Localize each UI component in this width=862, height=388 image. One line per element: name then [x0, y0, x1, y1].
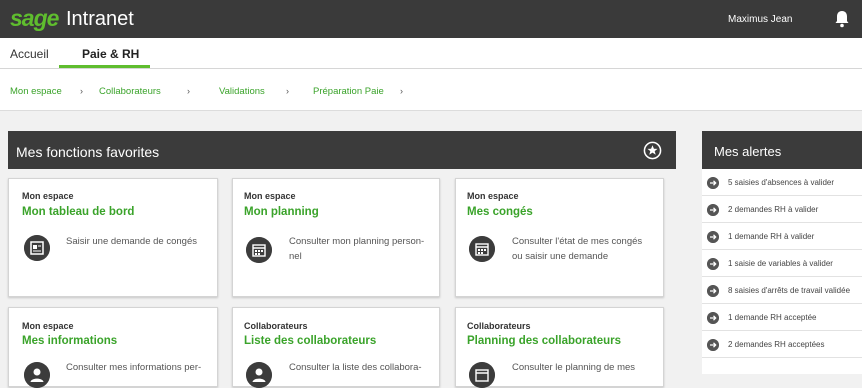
alert-text: 2 demandes RH à valider — [728, 205, 819, 214]
card-description: Consulter la liste des collabora- — [289, 362, 422, 373]
alert-text: 2 demandes RH acceptées — [728, 340, 825, 349]
chevron-right-icon: › — [400, 86, 403, 96]
card-description-line: nel — [289, 251, 302, 262]
sage-logo[interactable]: sage — [10, 5, 59, 32]
card-title[interactable]: Liste des collaborateurs — [244, 335, 376, 347]
user-name[interactable]: Maximus Jean — [728, 14, 792, 25]
bell-icon[interactable] — [834, 10, 850, 28]
favorites-title: Mes fonctions favorites — [16, 144, 160, 160]
card-title[interactable]: Mes informations — [22, 335, 117, 347]
active-tab-indicator — [59, 65, 150, 68]
card-description: Consulter mes informations per- — [66, 362, 202, 373]
alert-text: 8 saisies d'arrêts de travail validée — [728, 286, 851, 295]
card-title[interactable]: Planning des collaborateurs — [467, 335, 621, 347]
calendar-icon — [469, 362, 495, 388]
card-description: Consulter l'état de mes congés ou saisir… — [512, 234, 672, 264]
app-title: Intranet — [66, 8, 134, 30]
arrow-right-circle-icon — [707, 312, 719, 324]
alert-text: 1 demande RH acceptée — [728, 313, 817, 322]
card-description: Consulter mon planning person- nel — [289, 234, 449, 264]
arrow-right-circle-icon — [707, 204, 719, 216]
card-description-line: Consulter l'état de mes congés — [512, 236, 643, 247]
breadcrumb-item-mon-espace[interactable]: Mon espace — [10, 86, 62, 97]
chevron-right-icon: › — [187, 86, 190, 96]
card-description: Consulter le planning de mes — [512, 362, 636, 373]
card-category: Collaborateurs — [244, 321, 308, 331]
star-icon[interactable] — [643, 141, 662, 160]
chevron-right-icon: › — [80, 86, 83, 96]
card-category: Collaborateurs — [467, 321, 531, 331]
arrow-right-circle-icon — [707, 231, 719, 243]
alert-text: 5 saisies d'absences à valider — [728, 178, 835, 187]
card-description-line: ou saisir une demande — [512, 251, 609, 262]
card-category: Mon espace — [22, 321, 74, 331]
card-description: Saisir une demande de congés — [66, 236, 197, 247]
arrow-right-circle-icon — [707, 285, 719, 297]
alert-text: 1 saisie de variables à valider — [728, 259, 833, 268]
card-category: Mon espace — [244, 191, 296, 201]
breadcrumb-item-preparation-paie[interactable]: Préparation Paie — [313, 86, 384, 97]
tab-paie-rh[interactable]: Paie & RH — [82, 47, 139, 61]
chevron-right-icon: › — [286, 86, 289, 96]
user-icon — [24, 362, 50, 388]
card-description-line: Consulter mon planning person- — [289, 236, 425, 247]
calendar-icon — [246, 237, 272, 263]
card-category: Mon espace — [467, 191, 519, 201]
arrow-right-circle-icon — [707, 258, 719, 270]
alert-text: 1 demande RH à valider — [728, 232, 815, 241]
arrow-right-circle-icon — [707, 339, 719, 351]
card-title[interactable]: Mon planning — [244, 206, 319, 218]
tab-accueil[interactable]: Accueil — [10, 47, 49, 61]
users-icon — [246, 362, 272, 388]
card-title[interactable]: Mon tableau de bord — [22, 206, 134, 218]
card-title[interactable]: Mes congés — [467, 206, 533, 218]
breadcrumb-item-validations[interactable]: Validations — [219, 86, 265, 97]
form-icon — [24, 235, 50, 261]
calendar-icon — [469, 236, 495, 262]
alerts-title: Mes alertes — [714, 144, 782, 159]
card-category: Mon espace — [22, 191, 74, 201]
breadcrumb-item-collaborateurs[interactable]: Collaborateurs — [99, 86, 161, 97]
arrow-right-circle-icon — [707, 177, 719, 189]
